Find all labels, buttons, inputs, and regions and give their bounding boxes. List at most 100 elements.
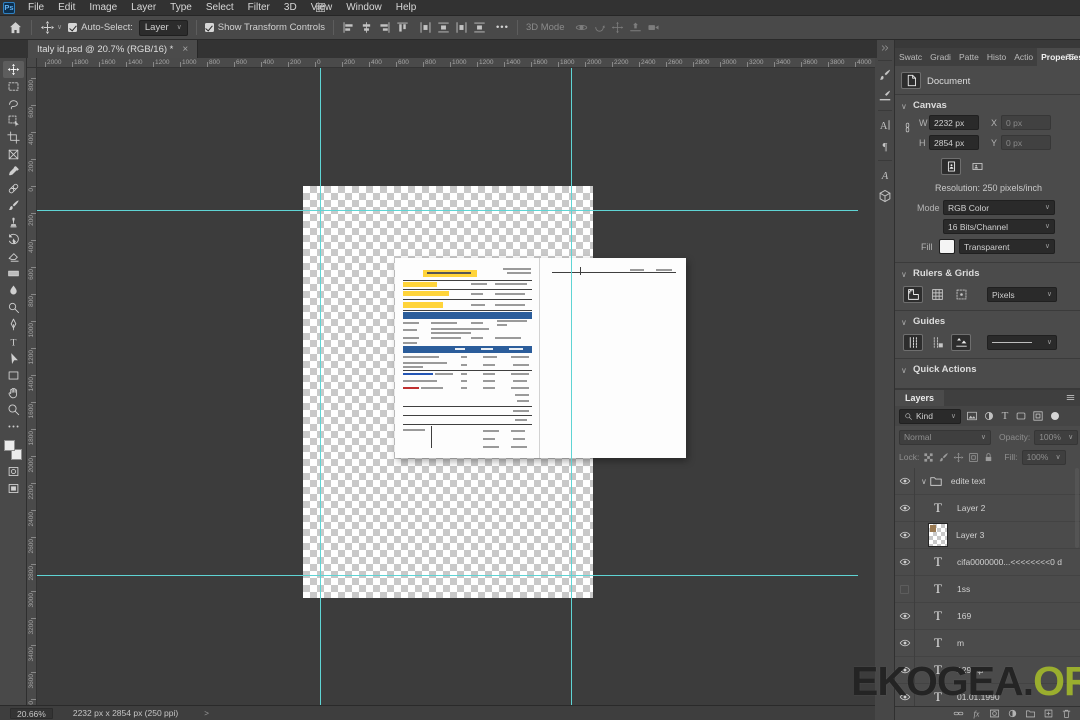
filter-smart-objects-icon[interactable] <box>1032 410 1044 422</box>
link-layers-icon[interactable] <box>953 708 964 719</box>
menu-type[interactable]: Type <box>163 0 199 16</box>
new-group-icon[interactable] <box>1025 708 1036 719</box>
layer-effects-icon[interactable]: fx <box>971 708 982 719</box>
tool-more-tools[interactable] <box>3 418 24 435</box>
visibility-cell[interactable] <box>895 549 915 576</box>
filter-toggle-icon[interactable] <box>1051 412 1059 420</box>
move-tool-preset-icon[interactable] <box>40 20 55 35</box>
tool-history-brush[interactable] <box>3 231 24 248</box>
distribute-h-icon[interactable] <box>419 21 432 34</box>
lock-image-icon[interactable] <box>938 452 949 463</box>
menu-window[interactable]: Window <box>339 0 389 16</box>
chevron-down-icon[interactable]: ∨ <box>57 24 62 31</box>
lock-artboard-icon[interactable] <box>968 452 979 463</box>
fill-dropdown[interactable]: Transparent∨ <box>959 239 1055 254</box>
layer-name[interactable]: cifa0000000...<<<<<<<<0 d <box>957 557 1062 567</box>
tool-healing-brush[interactable] <box>3 180 24 197</box>
layer-name[interactable]: 169 <box>957 611 971 621</box>
tab-gradi[interactable]: Gradi <box>926 48 955 66</box>
tab-layers[interactable]: Layers <box>895 390 944 406</box>
lock-all-icon[interactable] <box>983 452 994 463</box>
guide-horizontal[interactable] <box>37 210 858 211</box>
units-dropdown[interactable]: Pixels∨ <box>987 287 1057 302</box>
glyphs-icon[interactable]: A <box>878 168 892 182</box>
workspace-grid-icon[interactable] <box>315 2 326 13</box>
layer-name[interactable]: Layer 2 <box>957 503 985 513</box>
link-dimensions-icon[interactable] <box>902 122 913 144</box>
menu-select[interactable]: Select <box>199 0 241 16</box>
align-top-icon[interactable] <box>396 21 409 34</box>
align-center-h-icon[interactable] <box>360 21 373 34</box>
pan-3d-icon[interactable] <box>611 21 624 34</box>
guide-horizontal[interactable] <box>37 575 858 576</box>
tab-swatc[interactable]: Swatc <box>895 48 926 66</box>
tool-type[interactable]: T <box>3 333 24 350</box>
eye-icon[interactable] <box>899 475 911 487</box>
character-icon[interactable]: A <box>878 118 892 132</box>
layer-name[interactable]: Layer 3 <box>956 530 984 540</box>
tool-path-selection[interactable] <box>3 350 24 367</box>
visibility-cell[interactable] <box>895 576 915 603</box>
tool-eraser[interactable] <box>3 248 24 265</box>
collapse-panels-icon[interactable] <box>880 43 890 53</box>
color-swatches[interactable] <box>4 440 22 460</box>
lock-guides-button[interactable] <box>951 334 971 351</box>
filter-kind-dropdown[interactable]: Kind ∨ <box>899 409 961 424</box>
more-align-options[interactable]: ••• <box>496 22 509 33</box>
filter-type-layers-icon[interactable]: T <box>1000 410 1010 422</box>
grid-toggle-button[interactable] <box>927 286 947 303</box>
orbit-3d-icon[interactable] <box>575 21 588 34</box>
landscape-orientation-button[interactable] <box>967 158 987 175</box>
status-chevron-icon[interactable]: > <box>204 709 209 718</box>
layer-name[interactable]: 1ss <box>957 584 970 594</box>
materials-icon[interactable] <box>878 189 892 203</box>
tool-gradient[interactable] <box>3 265 24 282</box>
layer-row[interactable]: Layer 3 <box>895 522 1080 549</box>
eye-icon[interactable] <box>899 610 911 622</box>
collapse-chevron-icon[interactable]: ∨ <box>901 366 907 375</box>
ruler-corner[interactable] <box>27 58 37 68</box>
tool-crop[interactable] <box>3 129 24 146</box>
tab-actio[interactable]: Actio <box>1010 48 1037 66</box>
horizontal-ruler[interactable]: 2000 1800 1600 1400 1200 1000 800 600 40… <box>37 58 875 68</box>
layer-row[interactable]: T 169 <box>895 603 1080 630</box>
vertical-ruler[interactable]: 800 600 400 200 0 200 400 600 800 1000 1… <box>27 68 37 705</box>
menu-filter[interactable]: Filter <box>241 0 277 16</box>
close-icon[interactable]: × <box>182 44 188 55</box>
tool-quick-mask[interactable] <box>3 463 24 480</box>
tool-brush[interactable] <box>3 197 24 214</box>
layer-row[interactable]: T cifa0000000...<<<<<<<<0 d <box>895 549 1080 576</box>
visibility-cell[interactable] <box>895 495 915 522</box>
foreground-color-swatch[interactable] <box>4 440 15 451</box>
brushes-icon[interactable] <box>878 89 892 103</box>
tool-screen-mode[interactable] <box>3 480 24 497</box>
layer-row[interactable]: T m <box>895 630 1080 657</box>
width-field[interactable]: 2232 px <box>929 115 979 130</box>
fill-swatch[interactable] <box>939 239 955 254</box>
collapse-chevron-icon[interactable]: ∨ <box>901 318 907 327</box>
snap-toggle-button[interactable] <box>951 286 971 303</box>
layer-row[interactable]: T 1ss <box>895 576 1080 603</box>
brush-settings-icon[interactable] <box>878 68 892 82</box>
panel-menu-icon[interactable] <box>1065 51 1076 62</box>
layer-mask-icon[interactable] <box>989 708 1000 719</box>
roll-3d-icon[interactable] <box>593 21 606 34</box>
guide-vertical[interactable] <box>320 68 321 705</box>
camera-3d-icon[interactable] <box>647 21 660 34</box>
tool-pen[interactable] <box>3 316 24 333</box>
tool-object-selection[interactable] <box>3 112 24 129</box>
visibility-cell[interactable] <box>895 630 915 657</box>
tool-marquee[interactable] <box>3 78 24 95</box>
layer-name[interactable]: edite text <box>951 476 986 486</box>
portrait-orientation-button[interactable] <box>941 158 961 175</box>
slide-3d-icon[interactable] <box>629 21 642 34</box>
document-tab[interactable]: Italy id.psd @ 20.7% (RGB/16) * × <box>28 40 198 58</box>
tab-histo[interactable]: Histo <box>983 48 1010 66</box>
tool-clone-stamp[interactable] <box>3 214 24 231</box>
guide-style-dropdown[interactable]: ∨ <box>987 335 1057 350</box>
status-zoom-field[interactable]: 20.66% <box>10 708 53 719</box>
eye-icon[interactable] <box>899 637 911 649</box>
layer-thumbnail[interactable] <box>928 523 948 547</box>
eye-icon[interactable] <box>899 556 911 568</box>
canvas-pasteboard[interactable] <box>37 68 875 705</box>
